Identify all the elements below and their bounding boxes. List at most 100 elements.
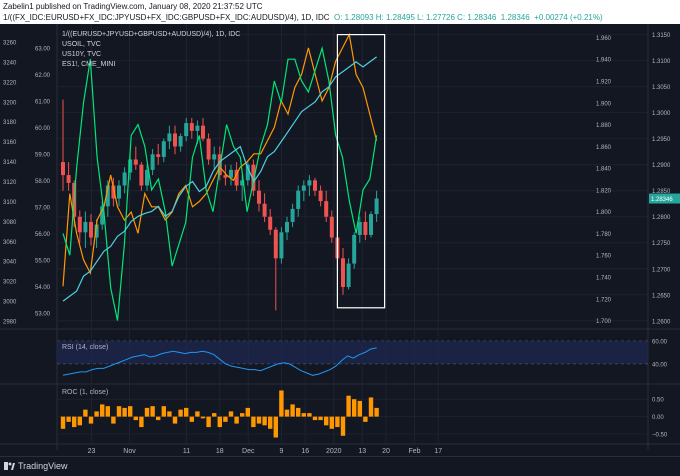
roc-bar xyxy=(167,411,172,417)
roc-bar xyxy=(184,407,189,417)
rsi-tick-label: 60.00 xyxy=(652,340,668,346)
x-tick-label: 18 xyxy=(216,448,224,455)
us10y-tick-label: 1.760 xyxy=(596,254,612,260)
legend-usoil: USOIL, TVC xyxy=(62,41,101,48)
x-tick-label: Nov xyxy=(123,448,136,455)
right-tick-label: 1.2950 xyxy=(652,137,671,143)
roc-bar xyxy=(161,406,166,417)
publish-header: Zabelin1 published on TradingView.com, J… xyxy=(0,0,680,24)
roc-bar xyxy=(312,416,318,421)
candle-body xyxy=(77,216,82,233)
symbol-line: 1/((FX_IDC:EURUSD+FX_IDC:JPYUSD+FX_IDC:G… xyxy=(3,12,603,23)
rsi-band xyxy=(57,341,648,364)
candle-body xyxy=(89,221,93,238)
candle-body xyxy=(161,141,166,157)
usoil-tick-label: 57.00 xyxy=(35,205,51,211)
es-tick-label: 2980 xyxy=(3,320,17,326)
candle-body xyxy=(212,154,217,160)
right-tick-label: 1.3050 xyxy=(652,85,671,91)
x-tick-label: 13 xyxy=(358,448,366,455)
roc-bar xyxy=(189,416,194,422)
roc-bar xyxy=(172,416,178,424)
candle-body xyxy=(318,190,323,202)
roc-bar xyxy=(88,416,94,424)
rsi-tick-label: 40.00 xyxy=(652,362,668,368)
legend-es: ES1!, CME_MINI xyxy=(62,61,115,68)
candle-body xyxy=(296,190,301,209)
usoil-tick-label: 61.00 xyxy=(35,99,51,105)
usoil-tick-label: 58.00 xyxy=(35,179,51,185)
roc-bar xyxy=(284,409,290,417)
legend-main: 1/((EURUSD+JPYUSD+GBPUSD+AUDUSD)/4), 1D,… xyxy=(62,31,240,38)
roc-bar xyxy=(324,416,329,426)
x-tick-label: Feb xyxy=(408,448,420,455)
roc-bar xyxy=(245,407,250,417)
candle-body xyxy=(363,221,368,235)
es-tick-label: 3040 xyxy=(3,260,17,266)
roc-title: ROC (1, close) xyxy=(62,389,108,396)
us10y-tick-label: 1.700 xyxy=(596,319,612,325)
ohlc-values: O: 1.28093 H: 1.28495 L: 1.27726 C: 1.28… xyxy=(333,13,497,22)
roc-bar xyxy=(144,407,150,417)
publisher-line: Zabelin1 published on TradingView.com, J… xyxy=(3,2,263,11)
chart-canvas[interactable]: 23 Nov 11 18 Dec 9 16 2020 13 20 Feb 17 1.2600 1.2650… xyxy=(0,24,680,456)
roc-bar xyxy=(374,407,379,417)
candle-body xyxy=(184,123,189,137)
last-price: 1.28346 xyxy=(500,13,530,22)
roc-bar xyxy=(240,413,245,417)
es-tick-label: 3160 xyxy=(3,140,17,146)
roc-bar xyxy=(352,399,357,417)
candle-body xyxy=(301,185,306,191)
roc-bar xyxy=(368,397,374,417)
roc-bar xyxy=(340,416,346,436)
us10y-tick-label: 1.920 xyxy=(596,80,612,86)
footer-bar: TradingView xyxy=(0,456,680,476)
us10y-tick-label: 1.860 xyxy=(596,145,612,151)
candle-body xyxy=(139,164,144,186)
us10y-tick-label: 1.880 xyxy=(596,123,612,129)
roc-bar xyxy=(279,390,284,417)
roc-bar xyxy=(290,404,295,417)
us10y-tick-label: 1.800 xyxy=(596,210,612,216)
usoil-tick-label: 55.00 xyxy=(35,258,51,264)
us10y-tick-label: 1.780 xyxy=(596,232,612,238)
es-tick-label: 3200 xyxy=(3,100,17,106)
es-tick-label: 3020 xyxy=(3,280,17,286)
roc-bar xyxy=(72,416,77,428)
roc-bar xyxy=(156,416,161,421)
candle-body xyxy=(167,133,172,142)
candle-body xyxy=(150,154,155,170)
roc-bar xyxy=(77,416,82,426)
usoil-tick-label: 53.00 xyxy=(35,311,51,317)
roc-bar xyxy=(200,416,206,419)
es-tick-label: 3220 xyxy=(3,80,17,86)
roc-bar xyxy=(122,407,127,417)
us10y-tick-label: 1.940 xyxy=(596,58,612,64)
roc-bar xyxy=(318,416,323,421)
chart-marks xyxy=(57,32,648,438)
roc-bar xyxy=(301,413,306,417)
es-tick-label: 3000 xyxy=(3,300,17,306)
candle-body xyxy=(307,180,312,186)
roc-bar xyxy=(139,416,144,428)
candle-body xyxy=(290,208,295,222)
right-tick-label: 1.2900 xyxy=(652,163,671,169)
roc-bar xyxy=(223,416,228,422)
usoil-tick-label: 54.00 xyxy=(35,285,51,291)
candle-body xyxy=(195,125,200,131)
roc-bar xyxy=(363,416,368,422)
candle-body xyxy=(173,133,177,147)
right-tick-label: 1.2600 xyxy=(652,319,671,325)
roc-bar xyxy=(105,406,110,417)
candle-body xyxy=(346,263,351,287)
us10y-tick-label: 1.840 xyxy=(596,167,612,173)
roc-bar xyxy=(251,416,256,428)
x-tick-label: 9 xyxy=(280,448,284,455)
candle-body xyxy=(268,216,273,230)
right-tick-label: 1.2750 xyxy=(652,241,671,247)
roc-bar xyxy=(335,416,340,428)
roc-bar xyxy=(217,416,222,428)
us10y-tick-label: 1.900 xyxy=(596,101,612,107)
symbol-name: 1/((FX_IDC:EURUSD+FX_IDC:JPYUSD+FX_IDC:G… xyxy=(3,13,330,22)
roc-bar xyxy=(150,406,155,417)
